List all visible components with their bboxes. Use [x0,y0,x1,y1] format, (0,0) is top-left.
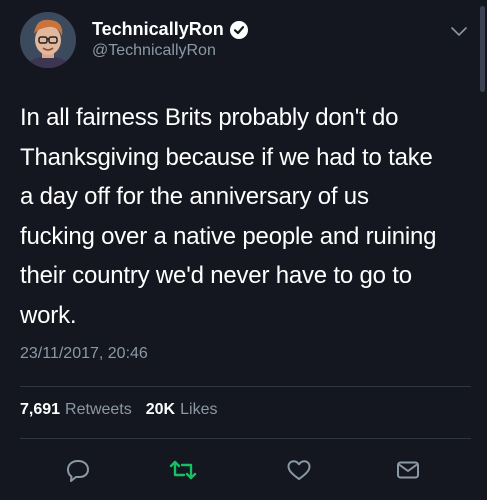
action-bar [0,455,487,487]
verified-badge-icon [229,20,248,39]
heart-icon [287,460,311,480]
display-name[interactable]: TechnicallyRon [92,19,224,40]
likes-count[interactable]: 20K [146,401,175,419]
user-name-row[interactable]: TechnicallyRon [92,19,248,40]
retweets-count[interactable]: 7,691 [20,401,60,419]
tweet-detail: TechnicallyRon @TechnicallyRon In all fa… [0,0,487,500]
reply-button[interactable] [63,455,93,485]
retweet-button[interactable] [168,455,198,485]
tweet-timestamp: 23/11/2017, 20:46 [20,345,148,362]
likes-label[interactable]: Likes [180,401,217,419]
reply-icon [67,460,89,482]
retweets-label[interactable]: Retweets [65,401,132,419]
scrollbar[interactable] [480,6,485,92]
like-button[interactable] [284,455,314,485]
envelope-icon [397,461,419,479]
avatar[interactable] [20,12,76,68]
tweet-text: In all fairness Brits probably don't do … [20,104,437,329]
avatar-image [20,12,76,68]
retweet-icon [169,460,197,480]
engagement-stats: 7,691 Retweets 20K Likes [20,401,217,419]
user-handle[interactable]: @TechnicallyRon [92,42,216,60]
divider [20,438,471,439]
direct-message-button[interactable] [393,455,423,485]
divider [20,386,471,387]
chevron-down-icon[interactable] [450,26,468,38]
